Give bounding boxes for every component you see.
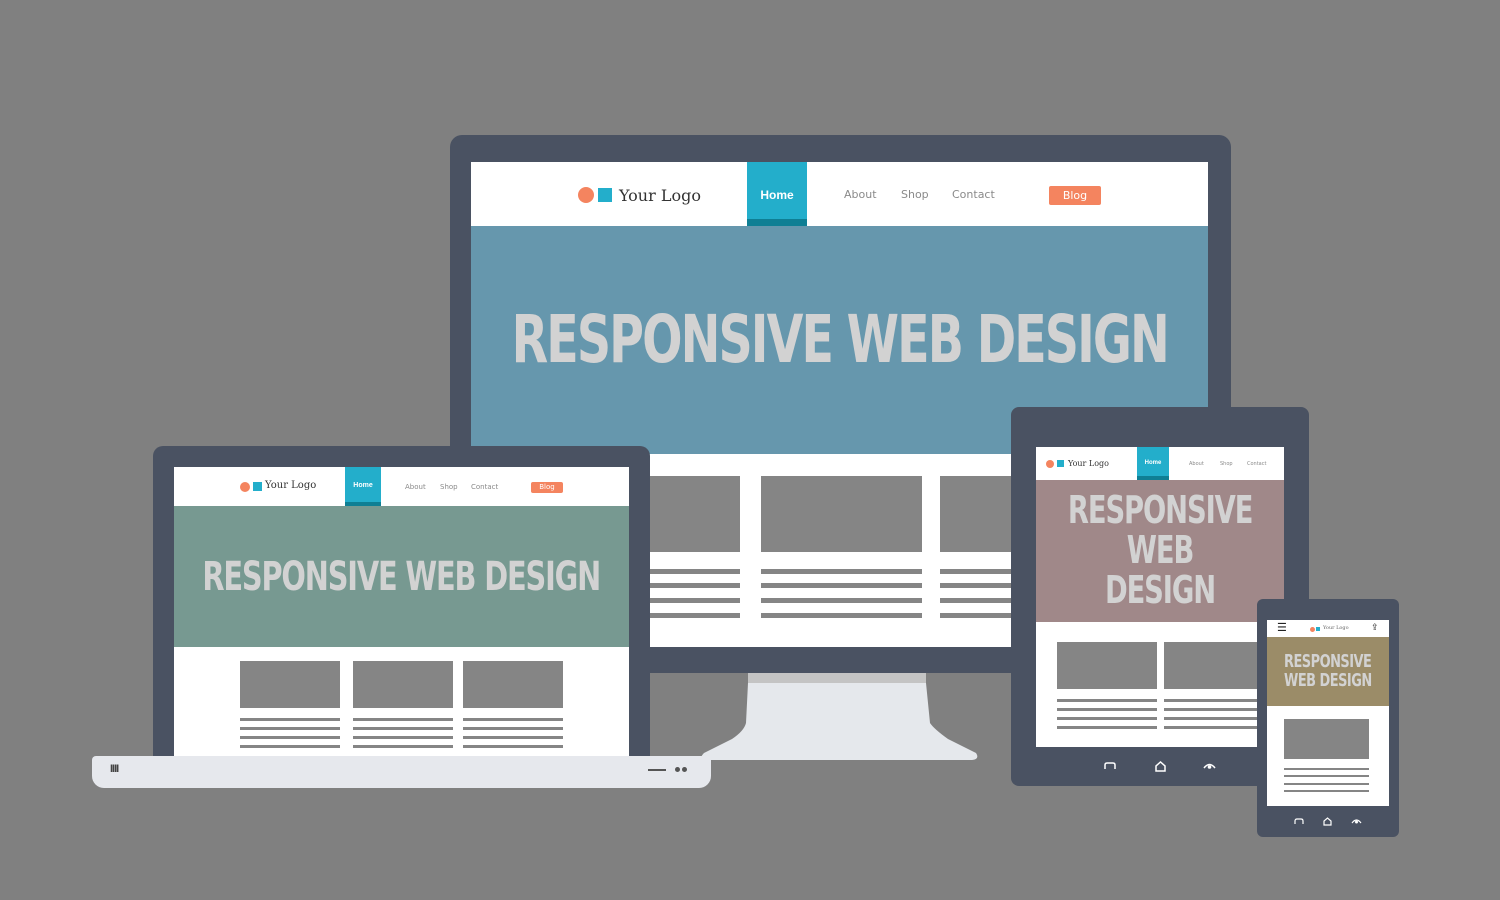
text-line [1057, 708, 1157, 711]
text-line [761, 598, 922, 603]
text-line [761, 569, 922, 574]
home-icon[interactable] [1154, 760, 1167, 772]
phone-card-image [1284, 719, 1369, 759]
text-line [1057, 717, 1157, 720]
logo-square-icon [1057, 460, 1064, 467]
text-line [1284, 783, 1369, 785]
nav-home[interactable]: Home [1137, 447, 1169, 480]
logo-circle-icon [578, 187, 594, 203]
text-line [353, 727, 453, 730]
tablet-screen: Your Logo Home About Shop Contact RESPON… [1036, 447, 1284, 747]
share-icon[interactable]: ⇪ [1371, 622, 1379, 633]
tablet-hero: RESPONSIVE WEB DESIGN [1036, 480, 1284, 622]
phone-hero-title-line2: WEB DESIGN [1284, 669, 1372, 691]
logo-circle-icon [1046, 460, 1054, 468]
logo-square-icon [1316, 627, 1320, 631]
nav-home-label: Home [353, 482, 373, 489]
laptop-hero: RESPONSIVE WEB DESIGN [174, 506, 629, 647]
nav-home-label: Home [1144, 460, 1162, 466]
text-line [1164, 726, 1264, 729]
nav-blog-button[interactable]: Blog [1049, 186, 1101, 205]
nav-about[interactable]: About [405, 483, 426, 491]
laptop-indicator-dot [675, 767, 680, 772]
back-icon[interactable] [1293, 817, 1305, 825]
nav-blog-button[interactable]: Blog [531, 482, 563, 493]
tablet-navbar: Your Logo Home About Shop Contact [1036, 447, 1284, 480]
recent-icon[interactable] [1350, 817, 1363, 825]
recent-icon[interactable] [1202, 761, 1217, 771]
nav-contact[interactable]: Contact [471, 483, 498, 491]
monitor-navbar: Your Logo Home About Shop Contact Blog [471, 162, 1208, 226]
logo-text[interactable]: Your Logo [619, 186, 701, 205]
laptop-screen: Your Logo Home About Shop Contact Blog R… [174, 467, 629, 767]
nav-shop[interactable]: Shop [440, 483, 458, 491]
text-line [240, 736, 340, 739]
monitor-card-image [761, 476, 922, 552]
text-line [240, 727, 340, 730]
text-line [240, 745, 340, 748]
nav-about[interactable]: About [844, 188, 877, 201]
logo-text[interactable]: Your Logo [1068, 459, 1109, 468]
text-line [1284, 790, 1369, 792]
laptop-card-image [240, 661, 340, 708]
text-line [240, 718, 340, 721]
monitor-stand [698, 673, 980, 761]
phone-hero: RESPONSIVE WEB DESIGN [1267, 637, 1389, 706]
text-line [463, 745, 563, 748]
text-line [353, 736, 453, 739]
monitor-hero-title: RESPONSIVE WEB DESIGN [511, 301, 1169, 379]
logo-text[interactable]: Your Logo [265, 480, 316, 491]
home-icon[interactable] [1322, 816, 1333, 826]
text-line [1057, 699, 1157, 702]
text-line [761, 613, 922, 618]
text-line [1057, 726, 1157, 729]
menu-icon[interactable]: ☰ [1277, 621, 1287, 634]
nav-about[interactable]: About [1189, 461, 1204, 467]
text-line [1164, 717, 1264, 720]
tablet-card-image [1057, 642, 1157, 689]
nav-home[interactable]: Home [747, 162, 807, 226]
text-line [353, 745, 453, 748]
text-line [463, 727, 563, 730]
laptop-indicator-bar [648, 769, 666, 771]
laptop-card-image [353, 661, 453, 708]
laptop-base: IIII [92, 756, 711, 788]
tablet-hero-title-line1: RESPONSIVE [1067, 488, 1254, 533]
text-line [1284, 775, 1369, 777]
laptop-indicator-dot [682, 767, 687, 772]
logo-square-icon [253, 482, 262, 491]
text-line [463, 718, 563, 721]
nav-home-label: Home [760, 188, 794, 202]
text-line [1284, 768, 1369, 770]
logo-text[interactable]: Your Logo [1323, 625, 1349, 631]
nav-home-indicator [747, 219, 807, 226]
phone-screen: ☰ Your Logo ⇪ RESPONSIVE WEB DESIGN [1267, 620, 1389, 806]
logo-circle-icon [240, 482, 250, 492]
text-line [1164, 708, 1264, 711]
text-line [353, 718, 453, 721]
phone-navbar: ☰ Your Logo ⇪ [1267, 620, 1389, 637]
laptop-hero-title: RESPONSIVE WEB DESIGN [202, 553, 602, 600]
tablet-hero-title-line2: WEB DESIGN [1104, 528, 1216, 612]
back-icon[interactable] [1103, 761, 1117, 771]
nav-home[interactable]: Home [345, 467, 381, 506]
tablet-card-image [1164, 642, 1264, 689]
text-line [1164, 699, 1264, 702]
text-line [463, 736, 563, 739]
keyboard-vents-icon: IIII [110, 763, 119, 775]
laptop-card-image [463, 661, 563, 708]
logo-square-icon [598, 188, 612, 202]
text-line [761, 583, 922, 588]
nav-shop[interactable]: Shop [1220, 461, 1233, 467]
nav-contact[interactable]: Contact [952, 188, 995, 201]
logo-circle-icon [1310, 627, 1315, 632]
laptop-navbar: Your Logo Home About Shop Contact Blog [174, 467, 629, 506]
nav-contact[interactable]: Contact [1247, 461, 1266, 467]
nav-shop[interactable]: Shop [901, 188, 929, 201]
